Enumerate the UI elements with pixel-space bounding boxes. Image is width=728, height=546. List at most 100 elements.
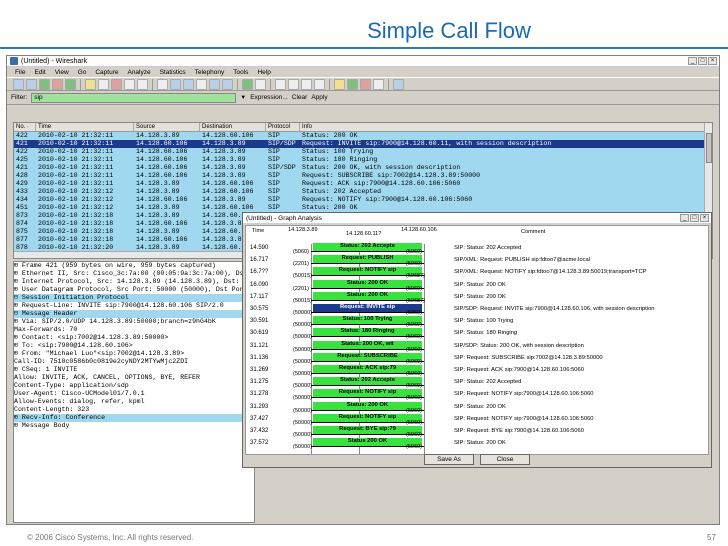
stop-capture-icon[interactable] [52,78,63,90]
menu-item-go[interactable]: Go [78,69,87,76]
minimize-icon[interactable]: _ [680,214,689,222]
detail-row[interactable]: User-Agent: Cisco-UCModel01/7.0.1 [14,390,254,398]
expression-button[interactable]: Expression... [250,94,288,101]
close-icon[interactable]: × [700,214,709,222]
detail-row[interactable]: Allow: INVITE, ACK, CANCEL, OPTIONS, BYE… [14,374,254,382]
go-forward-icon[interactable] [183,78,194,90]
detail-row[interactable]: ⊞ Ethernet II, Src: Cisco_3c:7a:00 (00:0… [14,270,254,278]
detail-row[interactable]: Max-Forwards: 70 [14,326,254,334]
clear-button[interactable]: Clear [292,94,308,101]
menu-item-capture[interactable]: Capture [95,69,118,76]
maximize-icon[interactable]: □ [690,214,699,222]
help-icon[interactable] [393,78,404,90]
detail-row[interactable]: Content-Length: 323 [14,406,254,414]
reload-icon[interactable] [124,78,135,90]
restart-capture-icon[interactable] [65,78,76,90]
coloring-rules-icon[interactable] [360,78,371,90]
column-header[interactable]: Protocol [266,123,300,131]
interfaces-icon[interactable] [13,78,24,90]
menu-item-statistics[interactable]: Statistics [160,69,186,76]
filter-dropdown-icon[interactable]: ▼ [240,95,246,101]
packet-row[interactable]: 429 2010-02-10 21:32:11 14.128.3.89 14.128.… [14,180,712,188]
detail-row[interactable]: Content-Type: application/sdp [14,382,254,390]
detail-row[interactable]: ⊞ Contact: <sip:7002@14.128.3.89:50000> [14,334,254,342]
start-capture-icon[interactable] [39,78,50,90]
packet-row[interactable]: 425 2010-02-10 21:32:11 14.128.60.106 14.12… [14,156,712,164]
column-header[interactable]: Source [134,123,200,131]
detail-row[interactable]: ⊞ Recv-Info: Conference [14,414,254,422]
packet-row[interactable]: 421 2010-02-10 21:32:11 14.128.60.106 14.12… [14,164,712,172]
menu-item-file[interactable]: File [15,69,25,76]
graph-title: (Untitled) - Graph Analysis [246,214,322,222]
graph-port-right: (5060) [406,285,422,292]
menu-item-edit[interactable]: Edit [34,69,45,76]
minimize-icon[interactable]: _ [688,57,697,65]
detail-row[interactable]: Allow-Events: dialog, refer, kpml [14,398,254,406]
filter-bar: Filter: sip ▼ Expression... Clear Apply [7,91,719,105]
maximize-icon[interactable]: □ [698,57,707,65]
go-to-packet-icon[interactable] [196,78,207,90]
detail-row[interactable]: ⊞ Frame 421 (959 bytes on wire, 959 byte… [14,262,254,270]
graph-host-c: 14.128.60.106 [401,227,437,233]
packet-row[interactable]: 422 2010-02-10 21:32:11 14.128.60.106 14.12… [14,148,712,156]
filter-input[interactable]: sip [31,92,237,103]
normal-size-icon[interactable] [301,78,312,90]
save-file-icon[interactable] [98,78,109,90]
resize-columns-icon[interactable] [314,78,325,90]
detail-row[interactable]: ⊞ Message Body [14,422,254,430]
packet-row[interactable]: 421 2010-02-10 21:32:11 14.128.60.106 14.12… [14,140,712,148]
close-button[interactable]: Close [480,453,530,465]
detail-row[interactable]: ⊞ Internet Protocol, Src: 14.128.3.89 (1… [14,278,254,286]
detail-row[interactable]: ⊞ To: <sip:7900@14.128.60.106> [14,342,254,350]
graph-comment: SIP: Request: SUBSCRIBE sip:7002@14.128.… [454,354,603,361]
packet-row[interactable]: 451 2010-02-10 21:32:12 14.128.3.89 14.128.… [14,204,712,212]
detail-row[interactable]: ⊞ From: "Michael Luo"<sip:7002@14.128.3.… [14,350,254,358]
packet-cell-no: 873 [16,212,28,219]
apply-button[interactable]: Apply [311,94,327,101]
colorize-icon[interactable] [242,78,253,90]
packet-cell-dst: 14.128.3.89 [202,196,246,203]
options-icon[interactable] [26,78,37,90]
close-icon[interactable]: × [708,57,717,65]
packet-cell-info: Request: ACK sip:7900@14.128.60.106:5060 [302,180,461,187]
graph-time: 37.427 [250,415,269,422]
preferences-icon[interactable] [373,78,384,90]
auto-scroll-icon[interactable] [255,78,266,90]
detail-row[interactable]: ⊟ Message Header [14,310,254,318]
menu-item-tools[interactable]: Tools [233,69,248,76]
zoom-out-icon[interactable] [288,78,299,90]
packet-cell-time: 2010-02-10 21:32:18 [38,220,114,227]
close-file-icon[interactable] [111,78,122,90]
go-back-icon[interactable] [170,78,181,90]
detail-row[interactable]: ⊞ CSeq: 1 INVITE [14,366,254,374]
menu-item-analyze[interactable]: Analyze [127,69,150,76]
capture-filters-icon[interactable] [334,78,345,90]
detail-row[interactable]: Call-ID: 7510c0586b0c0819e2cyNDY2MTYwMjc… [14,358,254,366]
column-header[interactable]: No. · [14,123,36,131]
detail-row[interactable]: ⊞ Via: SIP/2.0/UDP 14.128.3.89:50000;bra… [14,318,254,326]
packet-row[interactable]: 433 2010-02-10 21:32:12 14.128.3.89 14.128.… [14,188,712,196]
detail-row[interactable]: ⊟ Session Initiation Protocol [14,294,254,302]
last-packet-icon[interactable] [222,78,233,90]
packet-cell-info: Status: 180 Ringing [302,156,378,163]
menu-item-view[interactable]: View [55,69,69,76]
detail-row[interactable]: ⊞ User Datagram Protocol, Src Port: 5000… [14,286,254,294]
open-file-icon[interactable] [85,78,96,90]
menu-item-help[interactable]: Help [257,69,270,76]
packet-row[interactable]: 428 2010-02-10 21:32:11 14.128.60.106 14.12… [14,172,712,180]
scrollbar-thumb[interactable] [706,133,712,163]
packet-row[interactable]: 422 2010-02-10 21:32:11 14.128.3.89 14.128.… [14,132,712,140]
print-icon[interactable] [137,78,148,90]
column-header[interactable]: Info [300,123,712,131]
graph-port-left: (50000) [293,444,312,451]
detail-row[interactable]: ⊞ Request-Line: INVITE sip:7900@14.128.6… [14,302,254,310]
packet-row[interactable]: 434 2010-02-10 21:32:12 14.128.60.106 14.12… [14,196,712,204]
display-filters-icon[interactable] [347,78,358,90]
find-icon[interactable] [157,78,168,90]
column-header[interactable]: Destination [200,123,266,131]
save-as-button[interactable]: Save As [424,453,474,465]
first-packet-icon[interactable] [209,78,220,90]
menu-item-telephony[interactable]: Telephony [195,69,225,76]
zoom-in-icon[interactable] [275,78,286,90]
column-header[interactable]: Time [36,123,134,131]
